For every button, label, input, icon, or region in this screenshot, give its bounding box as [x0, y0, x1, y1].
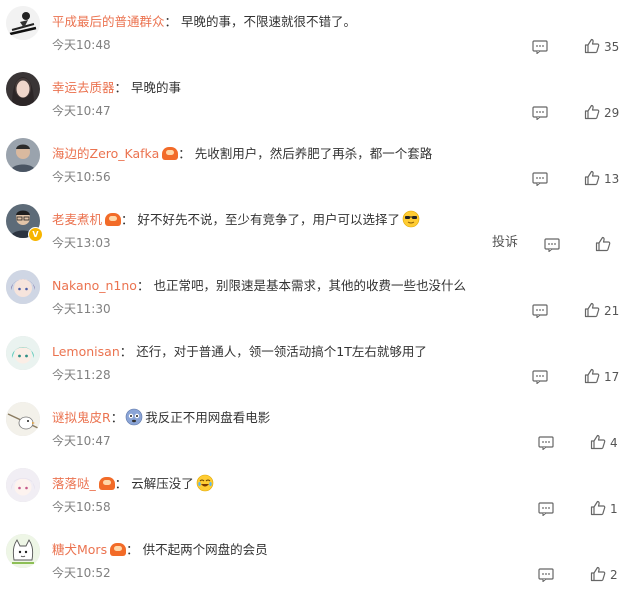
comment-text: 云解压没了: [131, 476, 194, 491]
like-count: 1: [610, 502, 618, 516]
comment-line: Lemonisan： 还行，对于普通人，领一领活动搞个1T左右就够用了: [52, 342, 427, 362]
comment-text: 我反正不用网盘看电影: [145, 410, 271, 425]
comment-list: 平成最后的普通群众： 早晚的事，不限速就很不错了。 今天10:48 35 幸运去质…: [0, 0, 640, 602]
like-count: 21: [604, 304, 620, 318]
skier-cartoon-avatar[interactable]: [6, 6, 40, 40]
colon: ：: [114, 80, 128, 95]
timestamp: 今天10:47: [52, 104, 111, 118]
username-link[interactable]: 糖犬Mors: [52, 542, 107, 557]
colon: ：: [178, 146, 191, 161]
username-link[interactable]: 幸运去质器: [52, 80, 115, 95]
girl-photo-avatar[interactable]: [6, 72, 40, 106]
cartoon-cat-avatar[interactable]: [6, 534, 40, 568]
vip-badge-icon: [98, 477, 115, 490]
comment-text: 供不起两个网盘的会员: [142, 542, 268, 557]
colon: ：: [126, 542, 139, 557]
comment-text: 好不好先不说，至少有竞争了，用户可以选择了: [137, 212, 401, 227]
crying-laugh-emoji-icon: [196, 474, 214, 492]
colon: ：: [164, 14, 178, 29]
thumbs-up-icon[interactable]: [584, 38, 600, 54]
username-link[interactable]: 海边的Zero_Kafka: [52, 146, 159, 161]
colon: ：: [136, 278, 150, 293]
reply-icon[interactable]: [538, 436, 554, 450]
comment-item: Lemonisan： 还行，对于普通人，领一领活动搞个1T左右就够用了 今天11:…: [0, 330, 640, 396]
thumbs-up-icon[interactable]: [590, 434, 606, 450]
like-count: 35: [604, 40, 620, 54]
thumbs-up-icon[interactable]: [584, 302, 600, 318]
username-link[interactable]: 谜拟鬼皮R: [52, 410, 111, 425]
timestamp: 今天11:30: [52, 302, 111, 316]
reply-icon[interactable]: [532, 106, 548, 120]
comment-item: 平成最后的普通群众： 早晚的事，不限速就很不错了。 今天10:48 35: [0, 0, 640, 66]
username-link[interactable]: 平成最后的普通群众: [52, 14, 165, 29]
sunglasses-emoji-icon: [402, 210, 420, 228]
anime-white-avatar[interactable]: [6, 468, 40, 502]
dizzy-emoji-icon: [125, 408, 143, 426]
like-count: 17: [604, 370, 620, 384]
comment-line: 幸运去质器： 早晚的事: [52, 78, 181, 98]
thumbs-up-icon[interactable]: [584, 170, 600, 186]
comment-text: 也正常吧，别限速是基本需求，其他的收费一些也没什么: [153, 278, 466, 293]
thumbs-up-icon[interactable]: [595, 236, 611, 252]
thumbs-up-icon[interactable]: [590, 566, 606, 582]
timestamp: 今天10:52: [52, 566, 111, 580]
comment-line: 落落哒_ ：云解压没了: [52, 474, 214, 494]
reply-icon[interactable]: [532, 40, 548, 54]
reply-icon[interactable]: [532, 304, 548, 318]
colon: ：: [119, 344, 133, 359]
comment-item: 谜拟鬼皮R： 我反正不用网盘看电影 今天10:47 4: [0, 396, 640, 462]
man-photo-avatar[interactable]: [6, 138, 40, 172]
comment-text: 先收割用户，然后养肥了再杀，都一个套路: [194, 146, 433, 161]
comment-text: 早晚的事: [131, 80, 182, 95]
anime-girl-avatar[interactable]: [6, 270, 40, 304]
anime-character-avatar[interactable]: [6, 336, 40, 370]
username-link[interactable]: Nakano_n1no: [52, 278, 137, 293]
colon: ：: [114, 476, 128, 491]
reply-icon[interactable]: [532, 370, 548, 384]
like-count: 13: [604, 172, 620, 186]
vip-badge-icon: [110, 543, 127, 556]
comment-item: 海边的Zero_Kafka ：先收割用户，然后养肥了再杀，都一个套路 今天10:5…: [0, 132, 640, 198]
reply-icon[interactable]: [538, 502, 554, 516]
reply-icon[interactable]: [538, 568, 554, 582]
comment-line: Nakano_n1no： 也正常吧，别限速是基本需求，其他的收费一些也没什么: [52, 276, 466, 296]
comment-text: 早晚的事，不限速就很不错了。: [181, 14, 357, 29]
colon: ：: [110, 410, 124, 425]
timestamp: 今天10:48: [52, 38, 111, 52]
timestamp: 今天11:28: [52, 368, 111, 382]
reply-icon[interactable]: [544, 238, 560, 252]
vip-badge-icon: [162, 147, 179, 160]
verified-badge-icon: V: [28, 227, 43, 242]
comment-item: 糖犬Mors ：供不起两个网盘的会员 今天10:52 2: [0, 528, 640, 594]
vip-badge-icon: [105, 213, 122, 226]
timestamp: 今天13:03: [52, 236, 111, 250]
comment-line: 老麦煮机 ：好不好先不说，至少有竞争了，用户可以选择了: [52, 210, 420, 230]
comment-item: Nakano_n1no： 也正常吧，别限速是基本需求，其他的收费一些也没什么 今天…: [0, 264, 640, 330]
cartoon-bird-avatar[interactable]: [6, 402, 40, 436]
thumbs-up-icon[interactable]: [590, 500, 606, 516]
like-count: 29: [604, 106, 620, 120]
timestamp: 今天10:56: [52, 170, 111, 184]
comment-line: 谜拟鬼皮R： 我反正不用网盘看电影: [52, 408, 270, 428]
username-link[interactable]: 落落哒_: [52, 476, 96, 491]
colon: ：: [121, 212, 134, 227]
report-link[interactable]: 投诉: [492, 233, 518, 253]
thumbs-up-icon[interactable]: [584, 368, 600, 384]
timestamp: 今天10:47: [52, 434, 111, 448]
reply-icon[interactable]: [532, 172, 548, 186]
like-count: 2: [610, 568, 618, 582]
comment-line: 海边的Zero_Kafka ：先收割用户，然后养肥了再杀，都一个套路: [52, 144, 432, 164]
comment-item: 幸运去质器： 早晚的事 今天10:47 29: [0, 66, 640, 132]
username-link[interactable]: Lemonisan: [52, 344, 120, 359]
comment-line: 平成最后的普通群众： 早晚的事，不限速就很不错了。: [52, 12, 356, 32]
comment-item: 落落哒_ ：云解压没了 今天10:58 1: [0, 462, 640, 528]
timestamp: 今天10:58: [52, 500, 111, 514]
like-count: 4: [610, 436, 618, 450]
comment-line: 糖犬Mors ：供不起两个网盘的会员: [52, 540, 268, 560]
comment-text: 还行，对于普通人，领一领活动搞个1T左右就够用了: [136, 344, 427, 359]
thumbs-up-icon[interactable]: [584, 104, 600, 120]
comment-item: V 老麦煮机 ：好不好先不说，至少有竞争了，用户可以选择了 今天13:03 投诉: [0, 198, 640, 264]
username-link[interactable]: 老麦煮机: [52, 212, 102, 227]
